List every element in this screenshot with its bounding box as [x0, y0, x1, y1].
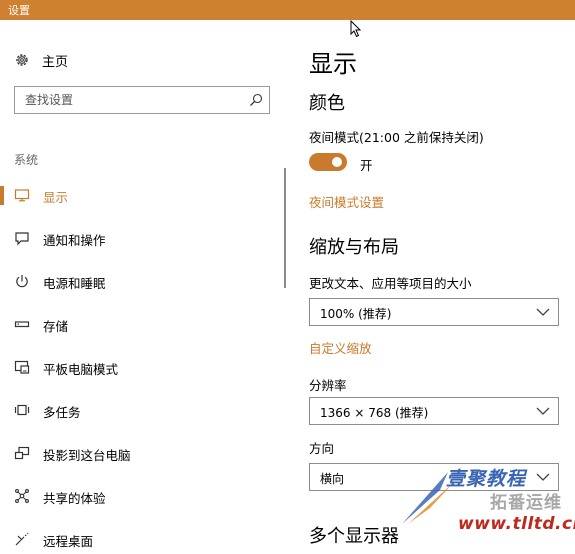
- remote-desktop-icon: [14, 531, 30, 547]
- sidebar-item-multitasking[interactable]: 多任务: [0, 395, 285, 425]
- search-icon[interactable]: [249, 93, 263, 107]
- shared-experiences-icon: [14, 488, 30, 504]
- section-heading-multiple-displays: 多个显示器: [309, 526, 399, 547]
- sidebar-item-power[interactable]: 电源和睡眠: [0, 266, 285, 296]
- chevron-down-icon: [536, 308, 550, 316]
- sidebar-item-shared-experiences[interactable]: 共享的体验: [0, 481, 285, 511]
- text-size-label: 更改文本、应用等项目的大小: [309, 276, 472, 291]
- orientation-value: 横向: [320, 472, 345, 486]
- multitasking-icon: [14, 402, 30, 418]
- sidebar-item-label: 存储: [43, 319, 69, 334]
- tablet-mode-icon: [14, 359, 30, 375]
- section-heading-scale-layout: 缩放与布局: [309, 237, 399, 258]
- sidebar: 主页 系统 显示 通知和操作: [0, 20, 290, 549]
- sidebar-item-tablet-mode[interactable]: 平板电脑模式: [0, 352, 285, 382]
- gear-icon: [14, 52, 30, 68]
- orientation-label: 方向: [309, 441, 335, 456]
- sidebar-item-project-to-pc[interactable]: 投影到这台电脑: [0, 438, 285, 468]
- sidebar-item-label: 平板电脑模式: [43, 362, 119, 377]
- power-icon: [14, 273, 30, 289]
- project-icon: [14, 445, 30, 461]
- sidebar-item-remote-desktop[interactable]: 远程桌面: [0, 524, 285, 554]
- watermark: 壹聚教程 拓番运维 www.tlltd.cn: [400, 462, 575, 547]
- sidebar-home[interactable]: 主页: [14, 50, 68, 70]
- section-heading-color: 颜色: [309, 93, 345, 114]
- resolution-dropdown[interactable]: 1366 × 768 (推荐): [309, 397, 559, 425]
- toggle-knob: [332, 157, 342, 167]
- search-input[interactable]: [25, 91, 235, 109]
- watermark-text-1: 壹聚教程: [446, 468, 527, 490]
- sidebar-item-label: 通知和操作: [43, 233, 106, 248]
- resolution-label: 分辨率: [309, 378, 347, 393]
- sidebar-item-label: 多任务: [43, 405, 81, 420]
- pane-scrollbar[interactable]: [284, 168, 286, 288]
- scale-value: 100% (推荐): [320, 307, 392, 321]
- window-title: 设置: [8, 4, 30, 17]
- night-light-toggle[interactable]: [309, 153, 347, 171]
- watermark-text-2: 拓番运维: [490, 493, 562, 513]
- sidebar-item-notifications[interactable]: 通知和操作: [0, 223, 285, 253]
- active-indicator: [0, 186, 4, 205]
- storage-icon: [14, 316, 30, 332]
- sidebar-item-label: 远程桌面: [43, 534, 94, 549]
- toggle-state-label: 开: [360, 158, 373, 173]
- page-title: 显示: [309, 50, 357, 78]
- sidebar-item-label: 投影到这台电脑: [43, 448, 131, 463]
- sidebar-item-display[interactable]: 显示: [0, 180, 285, 210]
- sidebar-item-label: 电源和睡眠: [43, 276, 106, 291]
- section-title-system: 系统: [14, 153, 39, 167]
- watermark-url: www.tlltd.cn: [458, 514, 575, 534]
- sidebar-item-storage[interactable]: 存储: [0, 309, 285, 339]
- search-box[interactable]: [14, 86, 270, 114]
- title-bar: 设置: [0, 0, 575, 20]
- resolution-value: 1366 × 768 (推荐): [320, 406, 429, 420]
- chevron-down-icon: [536, 407, 550, 415]
- scale-dropdown[interactable]: 100% (推荐): [309, 298, 559, 326]
- sidebar-item-label: 共享的体验: [43, 491, 106, 506]
- night-light-label: 夜间模式(21:00 之前保持关闭): [309, 130, 484, 145]
- monitor-icon: [14, 187, 30, 203]
- sidebar-item-label: 显示: [43, 190, 69, 205]
- custom-scaling-link[interactable]: 自定义缩放: [309, 338, 372, 357]
- night-light-settings-link[interactable]: 夜间模式设置: [309, 192, 384, 211]
- home-label: 主页: [42, 54, 69, 70]
- mouse-cursor-icon: [350, 20, 362, 38]
- notification-icon: [14, 230, 30, 246]
